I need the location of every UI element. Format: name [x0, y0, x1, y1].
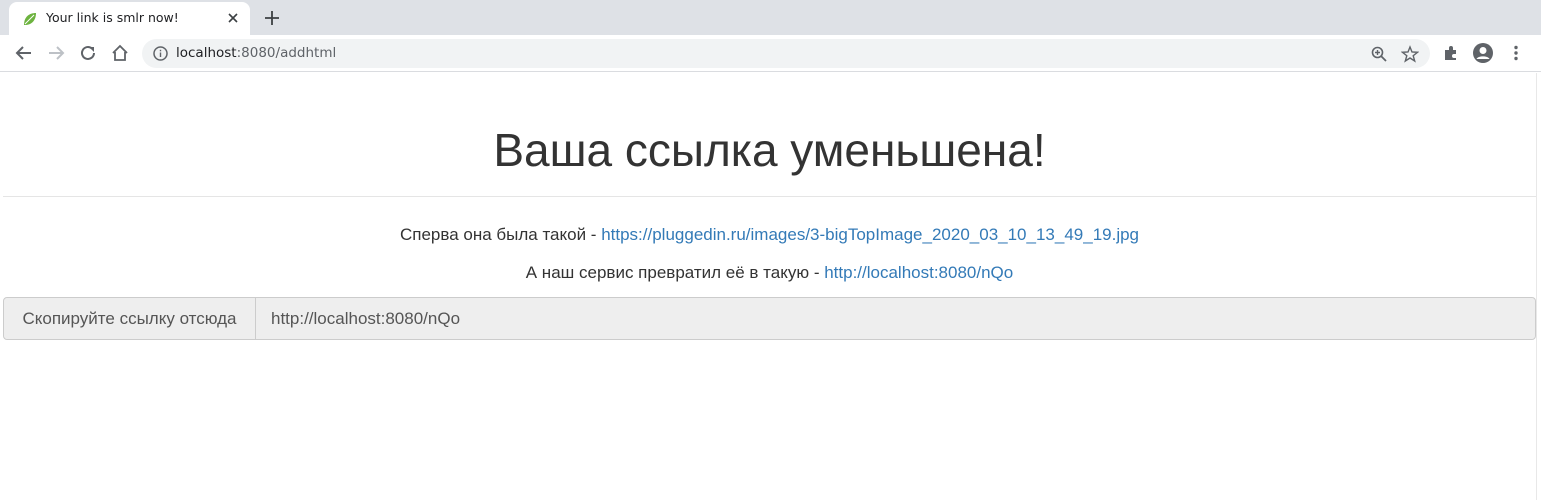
menu-icon[interactable] [1506, 43, 1526, 63]
short-link-input[interactable] [256, 298, 1535, 339]
close-icon[interactable] [225, 10, 241, 26]
copy-label: Скопируйте ссылку отсюда [4, 298, 256, 339]
extensions-icon[interactable] [1441, 43, 1461, 63]
address-bar[interactable]: localhost:8080/addhtml [142, 39, 1430, 68]
url-host: localhost [176, 45, 237, 61]
active-tab[interactable]: Your link is smlr now! [9, 2, 250, 35]
short-link[interactable]: http://localhost:8080/nQo [824, 263, 1013, 282]
home-icon[interactable] [110, 43, 130, 63]
spring-leaf-icon [24, 13, 36, 25]
tab-title: Your link is smlr now! [46, 10, 179, 25]
forward-icon[interactable] [46, 43, 66, 63]
short-link-prefix: А наш сервис превратил её в такую - [525, 263, 825, 282]
url-path: :8080/addhtml [236, 45, 337, 61]
original-link[interactable]: https://pluggedin.ru/images/3-bigTopImag… [601, 225, 1139, 244]
scrollbar-edge [1536, 73, 1541, 500]
original-link-prefix: Сперва она была такой - [399, 225, 602, 244]
reload-icon[interactable] [78, 43, 98, 63]
new-tab-icon[interactable] [262, 8, 282, 28]
short-link-line: А наш сервис превратил её в такую - http… [3, 263, 1536, 283]
page-title: Ваша ссылка уменьшена! [493, 124, 1046, 176]
copy-input-group: Скопируйте ссылку отсюда [3, 297, 1536, 340]
zoom-icon[interactable] [1370, 45, 1388, 63]
tab-strip: Your link is smlr now! [0, 0, 1541, 35]
url-text: localhost:8080/addhtml [176, 45, 336, 61]
original-link-line: Сперва она была такой - https://pluggedi… [3, 225, 1536, 245]
page-content: Ваша ссылка уменьшена! Сперва она была т… [3, 73, 1536, 500]
info-icon[interactable] [152, 45, 169, 62]
profile-icon[interactable] [1472, 42, 1494, 64]
browser-toolbar: localhost:8080/addhtml [0, 35, 1541, 72]
back-icon[interactable] [14, 43, 34, 63]
divider [3, 196, 1536, 197]
star-icon[interactable] [1401, 45, 1419, 63]
